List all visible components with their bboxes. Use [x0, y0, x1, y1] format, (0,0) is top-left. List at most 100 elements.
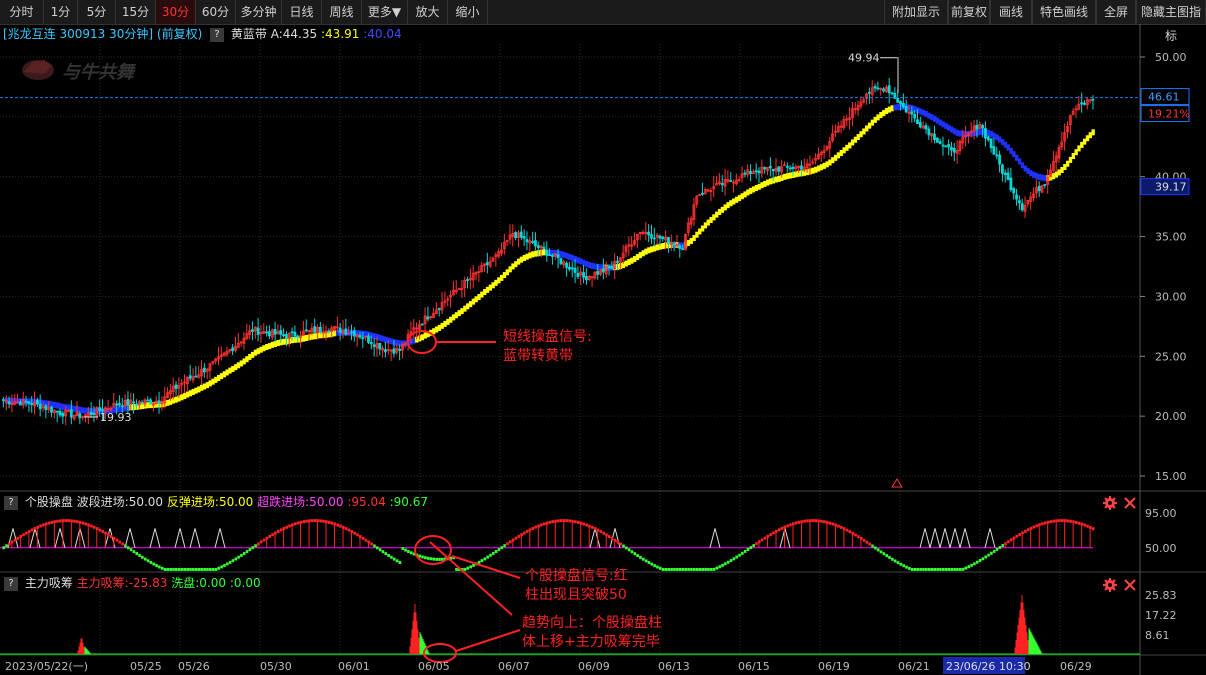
pane2-settings-icon[interactable] [1103, 496, 1117, 510]
toolbar-button-3[interactable]: 15分 [116, 0, 156, 24]
candle-body [38, 403, 42, 410]
toolbar-button-0[interactable]: 分时 [0, 0, 44, 24]
signal-chevron [959, 528, 971, 548]
osc-dot [941, 567, 945, 571]
pane3-tick: 25.83 [1145, 589, 1177, 602]
osc-dot [627, 548, 631, 552]
osc-dot [424, 556, 427, 560]
signal-chevron [189, 528, 201, 548]
candle-body [904, 105, 908, 113]
toolbar-right-button-5[interactable]: 隐藏主图指标 [1136, 0, 1206, 43]
toolbar-button-8[interactable]: 周线 [322, 0, 362, 24]
toolbar-button-11[interactable]: 缩小 [448, 0, 488, 24]
osc-dot [124, 544, 127, 548]
osc-dot [910, 567, 914, 571]
candle-body [678, 245, 682, 249]
toolbar-right-button-1[interactable]: 前复权 [948, 0, 990, 24]
osc-dot [390, 555, 393, 559]
osc-dot [1049, 520, 1053, 524]
osc-dot [848, 530, 852, 534]
logo: 与牛共舞 [22, 60, 137, 83]
pane2-close-icon[interactable] [1123, 496, 1137, 510]
candle-body [998, 154, 1001, 165]
toolbar-right-button-0[interactable]: 附加显示 [884, 0, 948, 24]
toolbar-button-5[interactable]: 60分 [196, 0, 236, 24]
candle-body [426, 316, 430, 320]
osc-dot [650, 562, 654, 566]
date-label: 05/30 [260, 660, 292, 673]
osc-dot [1074, 520, 1078, 524]
osc-dot [33, 527, 37, 531]
candle-body [92, 412, 96, 415]
candle-body [995, 154, 999, 157]
pane3-help-icon[interactable]: ? [4, 576, 18, 591]
candle-body [18, 401, 22, 406]
pane3-close-icon[interactable] [1123, 578, 1137, 592]
osc-dot [206, 567, 209, 571]
osc-dot [1009, 538, 1013, 542]
candle-body [1091, 98, 1095, 101]
osc-dot [149, 560, 153, 564]
date-label: 06/01 [338, 660, 370, 673]
candle-body [78, 413, 82, 419]
osc-dot [25, 531, 28, 535]
pane2-help-icon[interactable]: ? [4, 495, 18, 510]
osc-dot [896, 561, 900, 565]
toolbar-button-6[interactable]: 多分钟 [236, 0, 282, 24]
candle-body [933, 133, 936, 140]
toolbar-button-1[interactable]: 1分 [44, 0, 78, 24]
pane3-tick: 17.22 [1145, 609, 1177, 622]
toolbar-button-2[interactable]: 5分 [78, 0, 116, 24]
accum-pointer [455, 629, 521, 652]
osc-dot [268, 534, 272, 538]
osc-dot [1083, 523, 1087, 527]
osc-dot [559, 519, 563, 523]
candle-body [876, 87, 880, 90]
candle-body [132, 401, 135, 404]
osc-dot [401, 547, 405, 551]
osc-dot [203, 567, 206, 571]
toolbar-right-button-4[interactable]: 全屏 [1096, 0, 1136, 24]
osc-dot [497, 548, 501, 552]
osc-dot [135, 552, 139, 556]
osc-dot [503, 544, 506, 548]
osc-dot [924, 567, 928, 571]
toolbar-button-10[interactable]: 放大 [408, 0, 448, 24]
candle-body [938, 141, 942, 144]
osc-dot [868, 542, 871, 546]
signal-chevron [174, 528, 186, 548]
candle-body [519, 231, 523, 238]
osc-dot [721, 563, 724, 567]
candle-body [918, 122, 922, 128]
osc-dot [217, 566, 221, 570]
osc-dot [296, 521, 300, 525]
toolbar-button-7[interactable]: 日线 [282, 0, 322, 24]
candle-body [788, 167, 792, 170]
osc-dot [939, 567, 942, 571]
candle-body [1037, 186, 1041, 192]
osc-dot [967, 565, 971, 569]
toolbar-right-button-3[interactable]: 特色画线 [1032, 0, 1096, 24]
candle-body [525, 239, 529, 243]
signal-chevron [54, 528, 66, 548]
osc-dot [254, 544, 257, 548]
pane3-tick: 8.61 [1145, 629, 1170, 642]
osc-dot [599, 530, 603, 534]
axis-tick-label: 35.00 [1155, 231, 1187, 244]
osc-dot [361, 536, 365, 540]
osc-dot [336, 523, 339, 527]
osc-dot [276, 529, 280, 533]
pane3-settings-icon[interactable] [1103, 578, 1117, 592]
osc-dot [1060, 519, 1064, 523]
osc-dot [690, 567, 693, 571]
candle-body [146, 399, 150, 402]
toolbar-right-button-2[interactable]: 画线 [990, 0, 1032, 24]
osc-dot [803, 519, 806, 523]
osc-dot [630, 550, 634, 554]
toolbar-button-9[interactable]: 更多▼ [362, 0, 408, 24]
osc-dot [593, 527, 597, 531]
toolbar-button-4[interactable]: 30分 [156, 0, 196, 24]
axis-tick-label: 30.00 [1155, 290, 1187, 303]
osc-dot [961, 567, 965, 571]
candle-body [69, 409, 73, 418]
